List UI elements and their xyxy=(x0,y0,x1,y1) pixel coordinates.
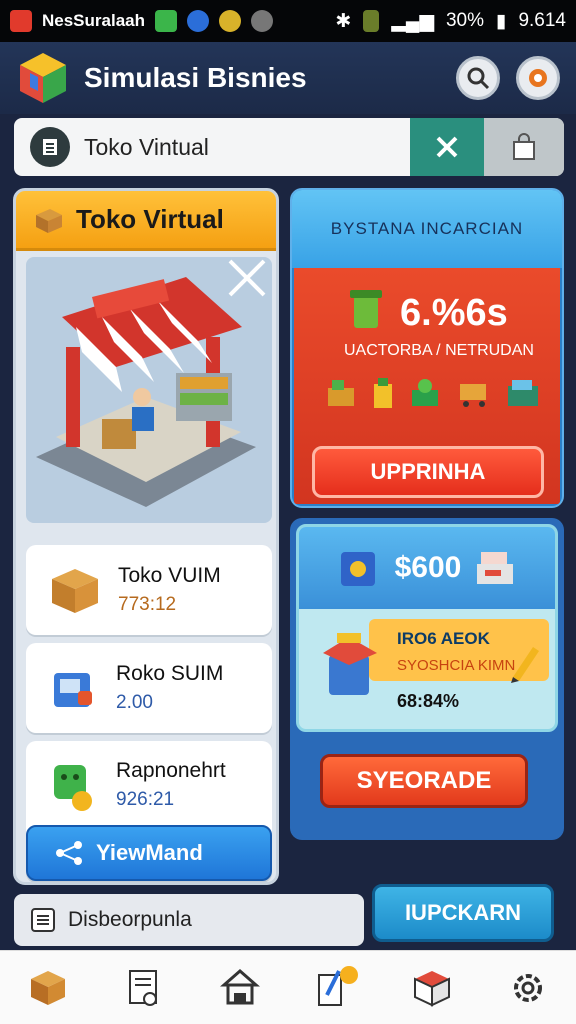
robot-icon xyxy=(54,765,92,811)
carrier-label: NesSuralaah xyxy=(42,11,145,30)
list-icon xyxy=(30,127,70,167)
clear-search-button[interactable] xyxy=(410,118,484,176)
gear-icon xyxy=(514,973,542,1002)
upgrade-button[interactable]: SYEORADE xyxy=(320,754,528,808)
store-illustration xyxy=(26,257,272,523)
upgrade-line-2: SYOSHCIA KIMN xyxy=(397,657,516,674)
battery-percent: 30% xyxy=(445,10,484,31)
card-value: 2.00 xyxy=(116,692,153,713)
notification-icon xyxy=(10,10,32,32)
card-value: 773:12 xyxy=(118,594,177,615)
box-icon xyxy=(36,208,62,233)
leaf-icon xyxy=(219,10,241,32)
cardboard-box-icon xyxy=(52,569,98,613)
search-button[interactable] xyxy=(456,56,500,100)
close-icon xyxy=(436,136,458,158)
document-icon xyxy=(129,969,157,1006)
panel-header: Toko Virtual xyxy=(16,191,276,251)
printer-icon xyxy=(477,552,514,584)
search-input[interactable]: Toko Vintual xyxy=(84,134,410,161)
package-icon xyxy=(414,970,450,1007)
bottom-nav xyxy=(0,950,576,1024)
crate-icon xyxy=(328,380,354,406)
signal-icon: ▂▄▆ xyxy=(391,10,434,32)
nav-notes[interactable] xyxy=(308,960,364,1016)
nav-reports[interactable] xyxy=(116,960,172,1016)
view-more-label: YiewMand xyxy=(96,840,203,865)
clock: 9.614 xyxy=(518,10,566,31)
system-income-panel: BYSTANA INCARCIAN 6.%6s UACTORBA / NETRU… xyxy=(290,188,564,508)
search-icon xyxy=(467,67,490,90)
store-card-2[interactable]: Roko SUIM 2.00 xyxy=(26,643,272,733)
search-bar: Toko Vintual xyxy=(14,118,564,176)
list-icon xyxy=(31,908,55,932)
status-bar: NesSuralaah ✱ ▂▄▆ 30% ▮ 9.614 xyxy=(0,0,576,42)
cart-icon xyxy=(460,384,486,407)
nav-settings[interactable] xyxy=(500,960,556,1016)
bluetooth-icon: ✱ xyxy=(335,10,352,32)
pencil-icon xyxy=(511,647,539,683)
app-bar: Simulasi Bisnies xyxy=(0,42,576,114)
upgrade-income-button[interactable]: UPPRINHA xyxy=(312,446,544,498)
panel-title: Toko Virtual xyxy=(76,204,224,234)
upgrade-panel: $600 IRO6 AEOK SYOSHCIA KIMN 68:84% SYEO… xyxy=(290,518,564,840)
trash-can-icon xyxy=(350,290,382,328)
card-name: Roko SUIM xyxy=(116,662,224,685)
dashboard-bar[interactable]: Disbeorpunla xyxy=(14,894,364,946)
store-card-1[interactable]: Toko VUIM 773:12 xyxy=(26,545,272,635)
view-more-button[interactable]: YiewMand xyxy=(26,825,272,881)
gear-icon xyxy=(529,69,547,87)
shopping-bag-icon xyxy=(513,133,535,160)
register-box-icon xyxy=(508,380,538,406)
nav-inventory[interactable] xyxy=(404,960,460,1016)
shopping-bag-button[interactable] xyxy=(484,118,564,176)
card-name: Toko VUIM xyxy=(118,564,221,587)
app-icon xyxy=(155,10,177,32)
notebook-icon xyxy=(318,965,358,1006)
globe-icon xyxy=(187,10,209,32)
nav-store[interactable] xyxy=(20,960,76,1016)
bottle-icon xyxy=(374,378,392,408)
vibrate-icon xyxy=(363,10,380,32)
upgrade-line-1: IRO6 AEOK xyxy=(397,629,490,648)
register-icon xyxy=(54,673,92,707)
update-button[interactable]: IUPCKARN xyxy=(372,884,554,942)
dashboard-label: Disbeorpunla xyxy=(68,908,192,931)
income-sublabel: UACTORBA / NETRUDAN xyxy=(344,342,534,359)
house-icon xyxy=(220,968,260,1004)
box-icon xyxy=(31,970,65,1005)
upgrade-percent: 68:84% xyxy=(397,691,460,711)
app-title: Simulasi Bisnies xyxy=(84,62,307,93)
card-name: Rapnonehrt xyxy=(116,759,226,782)
income-value: 6.%6s xyxy=(400,292,508,334)
settings-notif-icon xyxy=(251,10,273,32)
upgrade-value: $600 xyxy=(394,551,462,584)
virtual-store-panel: Toko Virtual Toko VUIM 773:12 Roko SUIM … xyxy=(13,188,279,885)
app-logo-icon xyxy=(16,51,70,105)
basket-icon xyxy=(323,633,377,695)
share-icon xyxy=(56,841,82,865)
item-icons xyxy=(324,376,544,410)
settings-button[interactable] xyxy=(516,56,560,100)
nav-home[interactable] xyxy=(212,960,268,1016)
battery-icon: ▮ xyxy=(495,10,507,32)
panel-header: BYSTANA INCARCIAN xyxy=(292,190,562,268)
safe-icon xyxy=(340,552,375,586)
card-value: 926:21 xyxy=(116,789,175,810)
produce-icon xyxy=(412,379,438,406)
